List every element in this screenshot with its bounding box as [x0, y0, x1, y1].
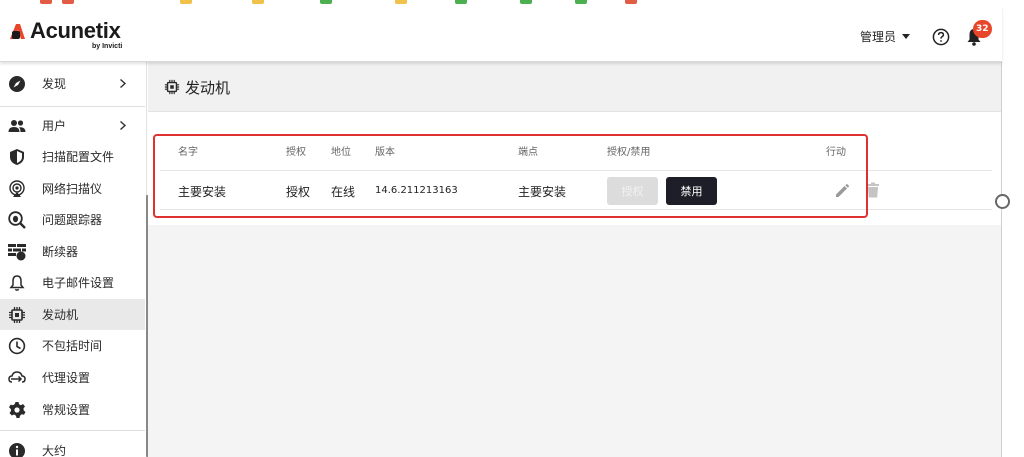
column-header-endpoint: 端点	[518, 147, 538, 158]
trash-icon[interactable]	[866, 182, 880, 198]
sidebar: 发现 用户 扫描配置文件 网络扫描仪 问题跟踪器 断续器 电子邮件设置 发动机 …	[0, 62, 147, 457]
chip-icon	[164, 79, 180, 95]
sidebar-item-label: 不包括时间	[42, 339, 103, 353]
table-row-divider	[160, 209, 992, 210]
column-header-authorize-disable: 授权/禁用	[607, 147, 651, 158]
sidebar-item-network-scanner[interactable]: 网络扫描仪	[0, 173, 145, 204]
content-background	[148, 225, 1002, 457]
authorize-button[interactable]: 授权	[607, 177, 658, 205]
chevron-right-icon	[120, 79, 127, 88]
sidebar-item-label: 问题跟踪器	[42, 213, 103, 227]
sidebar-item-engines[interactable]: 发动机	[0, 299, 145, 330]
chevron-right-icon	[120, 121, 127, 130]
brand-subtitle: by Invicti	[92, 43, 123, 50]
clock-icon	[8, 337, 26, 354]
column-header-version: 版本	[375, 147, 395, 158]
gear-icon	[9, 401, 26, 418]
sidebar-item-about[interactable]: 大约	[0, 435, 145, 457]
window-edge	[1001, 62, 1002, 457]
table-header-divider	[160, 170, 992, 171]
sidebar-item-scan-profiles[interactable]: 扫描配置文件	[0, 141, 145, 172]
sidebar-item-general-settings[interactable]: 常规设置	[0, 394, 145, 425]
column-header-authorization: 授权	[286, 147, 306, 158]
sidebar-item-label: 用户	[42, 119, 67, 133]
sidebar-divider	[0, 106, 145, 107]
brand-name: Acunetix	[30, 18, 121, 43]
sidebar-item-label: 代理设置	[42, 371, 91, 385]
page-header: 发动机	[148, 62, 1002, 112]
sidebar-divider	[0, 430, 145, 431]
engine-authorization: 授权	[286, 185, 311, 199]
shield-icon	[10, 148, 24, 165]
column-header-actions: 行动	[826, 147, 846, 158]
sidebar-item-label: 大约	[42, 444, 67, 457]
sidebar-item-email-settings[interactable]: 电子邮件设置	[0, 267, 145, 298]
window-resize-handle[interactable]	[995, 194, 1010, 209]
compass-icon	[9, 75, 25, 92]
app-header: Acunetix by Invicti 管理员 32	[0, 6, 1002, 62]
edit-pencil-icon[interactable]	[834, 183, 850, 199]
engine-status: 在线	[331, 185, 356, 199]
info-icon	[9, 442, 25, 457]
sidebar-item-label: 发现	[42, 77, 67, 91]
caret-down-icon	[902, 34, 911, 39]
chip-icon	[9, 306, 25, 323]
sidebar-item-label: 断续器	[42, 245, 79, 259]
sidebar-item-label: 扫描配置文件	[42, 150, 115, 164]
proxy-icon	[8, 370, 26, 383]
engine-endpoint: 主要安装	[518, 185, 567, 199]
sidebar-item-issue-trackers[interactable]: 问题跟踪器	[0, 204, 145, 235]
disable-button[interactable]: 禁用	[666, 177, 717, 205]
acunetix-logo-icon	[10, 24, 25, 39]
bell-outline-icon	[9, 274, 25, 291]
sidebar-item-proxy-settings[interactable]: 代理设置	[0, 362, 145, 393]
sidebar-item-wafs[interactable]: 断续器	[0, 236, 145, 267]
firewall-icon	[8, 243, 26, 260]
help-icon[interactable]	[932, 28, 950, 46]
engine-version: 14.6.211213163	[375, 185, 458, 196]
sidebar-item-label: 网络扫描仪	[42, 182, 103, 196]
user-menu[interactable]: 管理员	[860, 28, 911, 45]
notification-badge: 32	[973, 20, 992, 38]
sidebar-item-label: 电子邮件设置	[42, 276, 115, 290]
sidebar-item-excluded-hours[interactable]: 不包括时间	[0, 330, 145, 361]
bug-search-icon	[8, 210, 26, 229]
users-icon	[8, 119, 26, 132]
user-menu-label: 管理员	[860, 30, 897, 44]
page-title: 发动机	[185, 79, 231, 97]
sidebar-item-label: 发动机	[42, 308, 79, 322]
engine-name: 主要安装	[178, 185, 227, 199]
sidebar-item-label: 常规设置	[42, 403, 91, 417]
column-header-status: 地位	[331, 147, 351, 158]
network-scanner-icon	[9, 179, 25, 197]
sidebar-item-users[interactable]: 用户	[0, 110, 145, 141]
column-header-name: 名字	[178, 147, 198, 158]
sidebar-item-discovery[interactable]: 发现	[0, 68, 145, 99]
